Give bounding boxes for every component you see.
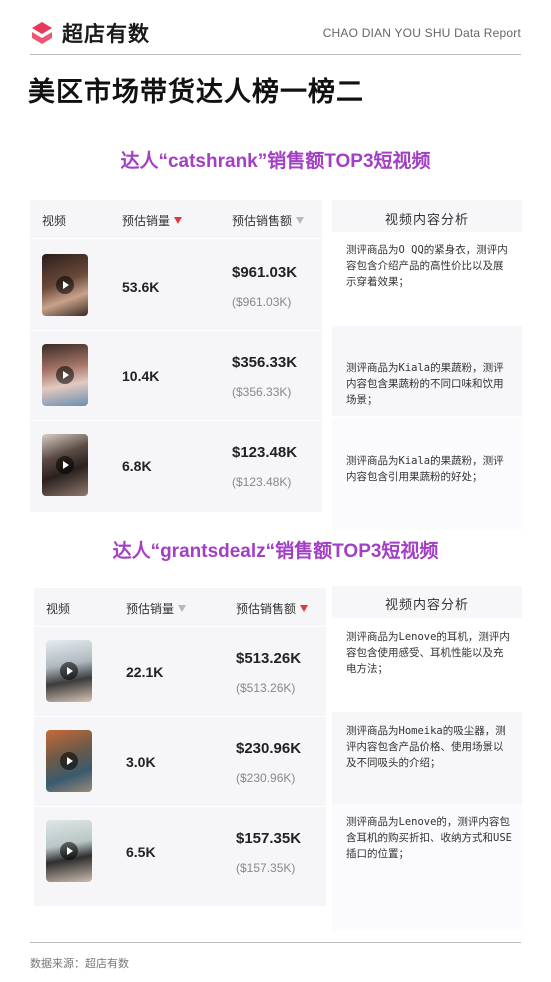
- play-icon: [56, 276, 74, 294]
- row-divider: [30, 330, 322, 331]
- estimated-volume: 53.6K: [122, 279, 160, 295]
- column-header-volume[interactable]: 预估销量: [126, 600, 187, 617]
- estimated-volume: 10.4K: [122, 368, 160, 384]
- analysis-text: 测评商品为Kiala的果蔬粉，测评内容包含果蔬粉的不同口味和饮用场景；: [346, 362, 504, 406]
- sort-desc-gray-icon: [296, 217, 305, 224]
- column-header-analysis: 视频内容分析: [384, 597, 469, 612]
- estimated-volume: 22.1K: [126, 664, 164, 680]
- estimated-sales: $157.35K: [236, 830, 302, 847]
- play-icon: [60, 842, 78, 860]
- sort-desc-red-icon: [174, 217, 183, 224]
- estimated-sales-sub: ($356.33K): [232, 385, 292, 399]
- estimated-sales-sub: ($961.03K): [232, 295, 292, 309]
- column-header-sales[interactable]: 预估销售额: [232, 212, 305, 229]
- estimated-sales: $230.96K: [236, 740, 302, 757]
- row-divider: [34, 626, 326, 627]
- report-header: 超店有数 CHAO DIAN YOU SHU Data Report: [30, 14, 521, 52]
- play-icon: [56, 366, 74, 384]
- estimated-sales-sub: ($157.35K): [236, 861, 296, 875]
- estimated-sales-sub: ($230.96K): [236, 771, 296, 785]
- row-divider: [34, 716, 326, 717]
- column-header-video: 视频: [42, 214, 67, 228]
- row-divider: [30, 238, 322, 239]
- section-title-grantsdealz: 达人“grantsdealz“销售额TOP3短视频: [112, 541, 439, 562]
- video-thumbnail[interactable]: [42, 344, 88, 406]
- video-thumbnail[interactable]: [42, 434, 88, 496]
- video-thumbnail[interactable]: [42, 254, 88, 316]
- video-thumbnail[interactable]: [46, 640, 92, 702]
- sort-desc-red-icon: [300, 605, 309, 612]
- page-title: 美区市场带货达人榜一榜二: [28, 77, 364, 107]
- report-tag: CHAO DIAN YOU SHU Data Report: [322, 26, 521, 40]
- column-header-video: 视频: [46, 602, 71, 616]
- play-icon: [60, 662, 78, 680]
- play-icon: [56, 456, 74, 474]
- estimated-sales: $961.03K: [232, 264, 298, 281]
- estimated-volume: 6.5K: [126, 844, 156, 860]
- estimated-volume: 6.8K: [122, 458, 152, 474]
- analysis-text: 测评商品为Lenove的耳机，测评内容包含使用感受、耳机性能以及充电方法；: [346, 631, 510, 675]
- play-icon: [60, 752, 78, 770]
- brand-logo-icon: [30, 21, 54, 45]
- analysis-text: 测评商品为Kiala的果蔬粉，测评内容包含引用果蔬粉的好处；: [346, 455, 504, 483]
- data-source-note: 数据来源：超店有数: [30, 958, 129, 970]
- estimated-sales: $356.33K: [232, 354, 298, 371]
- analysis-text: 测评商品为O QQ的紧身衣，测评内容包含介绍产品的高性价比以及展示穿着效果；: [346, 244, 508, 288]
- analysis-text: 测评商品为Lenove的，测评内容包含耳机的购买折扣、收纳方式和USE插口的位置…: [346, 816, 512, 860]
- section-title-catshrank: 达人“catshrank”销售额TOP3短视频: [120, 151, 431, 172]
- column-header-sales[interactable]: 预估销售额: [236, 600, 309, 617]
- column-header-volume[interactable]: 预估销量: [122, 212, 183, 229]
- estimated-sales-sub: ($123.48K): [232, 475, 292, 489]
- video-thumbnail[interactable]: [46, 820, 92, 882]
- row-divider: [34, 806, 326, 807]
- analysis-text: 测评商品为Homeika的吸尘器，测评内容包含产品价格、使用场景以及不同吸头的介…: [346, 725, 506, 769]
- estimated-sales-sub: ($513.26K): [236, 681, 296, 695]
- estimated-sales: $123.48K: [232, 444, 298, 461]
- sort-desc-gray-icon: [178, 605, 187, 612]
- estimated-sales: $513.26K: [236, 650, 302, 667]
- header-divider: [30, 54, 521, 55]
- estimated-volume: 3.0K: [126, 754, 156, 770]
- footer-divider: [30, 942, 521, 943]
- brand: 超店有数: [30, 18, 150, 48]
- video-thumbnail[interactable]: [46, 730, 92, 792]
- row-divider: [30, 420, 322, 421]
- brand-name: 超店有数: [62, 23, 150, 46]
- column-header-analysis: 视频内容分析: [384, 212, 469, 227]
